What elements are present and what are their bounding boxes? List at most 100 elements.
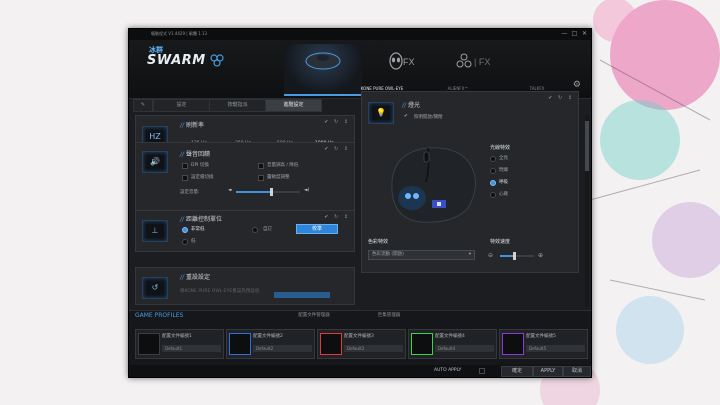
profile-name: 配置文件編號5 [526,334,556,339]
option-label: DPI 切換 [191,163,209,168]
option-label: 低 [191,239,196,244]
chevron-down-icon: ▾ [468,252,471,257]
speaker-icon: 🔊 [142,151,168,173]
checkmark-icon[interactable]: ✔ [404,114,408,119]
tab-macro-manager[interactable]: 巨集管理器 [359,311,419,320]
radio-fully-lit[interactable] [490,156,496,162]
effect-label: 全亮 [499,156,508,161]
panel-title: //重設設定 [180,274,211,281]
effect-label: 心跳 [499,192,508,197]
device-tab-kone-pure[interactable]: KONE PURE OWL-EYE [284,44,403,96]
reset-icon: ↺ [142,277,168,299]
title-bar: 驅動程式 V1.4429 | 韌體 1.13 — □ ✕ [129,29,591,40]
speed-decrease-icon[interactable]: ⊖ [488,252,493,259]
profile-slot[interactable]: 配置文件編號4 Default4 [408,329,497,359]
checkbox-profile[interactable] [182,175,188,181]
profile-name: 配置文件編號2 [253,334,283,339]
profile-mouse-icon [411,333,433,355]
mouse-preview-image [391,147,476,223]
app-window: 驅動程式 V1.4429 | 韌體 1.13 — □ ✕ 冰群 SWARM KO… [128,28,592,378]
apply-button[interactable]: APPLY [533,366,563,377]
cancel-button[interactable]: 取消 [563,366,591,377]
reset-panel: ↺ //重設設定 將KONE PURE OWL-EYE重設為預設值 [135,267,355,305]
settings-gear-icon[interactable]: ⚙ [573,80,581,90]
checkbox-dpi[interactable] [182,163,188,169]
lift-off-distance-panel: ⊥ //距離控制單位 ✔ ↻ ↕ 非常低 自訂 低 校準 [135,210,355,252]
svg-text:FX: FX [403,57,415,67]
panel-title: //聲音回饋 [180,151,211,158]
calibrate-button[interactable]: 校準 [296,224,338,234]
radio-custom[interactable] [252,227,258,233]
panel-controls-icon[interactable]: ✔ ↻ ↕ [324,214,350,220]
color-effects-title: 色彩特效 [368,239,389,245]
mouse-icon [305,52,341,70]
color-effect-select[interactable]: 色彩流動 (開啟) ▾ [368,250,475,260]
volume-label: 設定音量: [180,190,200,195]
game-profiles-bar: GAME PROFILES 配置文件管理器 巨集管理器 配置文件編號1 Defa… [129,310,591,366]
option-label: 設定檔切換 [191,175,214,180]
profile-name: 配置文件編號1 [162,334,192,339]
option-label: 音量調高 / 降低 [267,163,299,168]
volume-high-icon: ◄) [304,188,310,193]
reset-button[interactable] [274,292,330,298]
profile-slot[interactable]: 配置文件編號2 Default2 [226,329,315,359]
tab-advanced[interactable]: 進階設定 [265,99,322,112]
profile-default: Default3 [344,345,403,352]
speed-slider[interactable] [500,252,534,260]
tab-settings[interactable]: 設定 [153,99,210,112]
scrollbar[interactable] [585,115,589,307]
close-button[interactable]: ✕ [580,30,589,37]
ok-button[interactable]: 確定 [501,366,533,377]
device-tab-talkfx[interactable]: | FX TALKFX [437,44,544,94]
profile-default: Default4 [435,345,494,352]
profile-name: 配置文件編號3 [344,334,374,339]
tab-profile-manager[interactable]: 配置文件管理器 [279,311,349,320]
profile-mouse-icon [320,333,342,355]
effect-speed-title: 特效速度 [490,239,511,245]
profile-name: 配置文件編號4 [435,334,465,339]
auto-apply-label: AUTO APPLY [434,368,462,373]
panel-title: //刷新率 [180,122,205,129]
profile-default: Default1 [162,345,221,352]
volume-low-icon: ◄ [228,188,232,193]
talkfx-icon: | FX [456,53,490,68]
footer-bar: AUTO APPLY 確定 APPLY 取消 [129,365,591,377]
effect-label: 閃爍 [499,168,508,173]
lighting-enable-label: 照明開啟/關閉 [414,115,443,120]
tab-key-assignment[interactable]: 按鍵指派 [209,99,266,112]
volume-slider[interactable] [236,188,300,196]
panel-controls-icon[interactable]: ✔ ↻ ↕ [324,146,350,152]
radio-low[interactable] [182,239,188,245]
alien-head-icon: FX [389,52,415,70]
lightbulb-icon: 💡 [368,102,394,124]
radio-blinking[interactable] [490,168,496,174]
option-label: 自訂 [263,227,272,232]
panel-title: //燈光 [402,102,421,109]
svg-text:| FX: | FX [474,57,490,67]
panel-controls-icon[interactable]: ✔ ↻ ↕ [548,95,574,101]
panel-controls-icon[interactable]: ✔ ↻ ↕ [324,119,350,125]
swarm-logo-icon [210,54,224,67]
profile-slot[interactable]: 配置文件編號5 Default5 [499,329,588,359]
speed-increase-icon[interactable]: ⊕ [538,252,543,259]
profile-slot[interactable]: 配置文件編號1 Default1 [135,329,224,359]
profile-slot[interactable]: 配置文件編號3 Default3 [317,329,406,359]
radio-breathing[interactable] [490,180,496,186]
game-profiles-heading: GAME PROFILES [135,312,184,319]
pin-tab[interactable]: ✎ [133,99,153,112]
panel-title: //距離控制單位 [180,216,223,223]
auto-apply-checkbox[interactable] [479,368,485,374]
maximize-button[interactable]: □ [570,30,579,37]
checkbox-volume[interactable] [258,163,264,169]
radio-very-low[interactable] [182,227,188,233]
distance-icon: ⊥ [142,220,168,242]
profile-default: Default5 [526,345,585,352]
radio-heartbeat[interactable] [490,192,496,198]
effects-title: 光線特效 [490,145,511,151]
minimize-button[interactable]: — [560,30,569,37]
device-tab-alienfx[interactable]: FX ALIENFX™ [363,44,468,94]
color-effect-value: 色彩流動 (開啟) [372,252,404,257]
reset-description: 將KONE PURE OWL-EYE重設為預設值 [180,289,260,294]
lighting-panel: 💡 //燈光 ✔ ↻ ↕ ✔ 照明開啟/關閉 光線特效 全亮 閃爍 呼吸 心跳 … [361,91,579,273]
checkbox-sensitivity[interactable] [258,175,264,181]
